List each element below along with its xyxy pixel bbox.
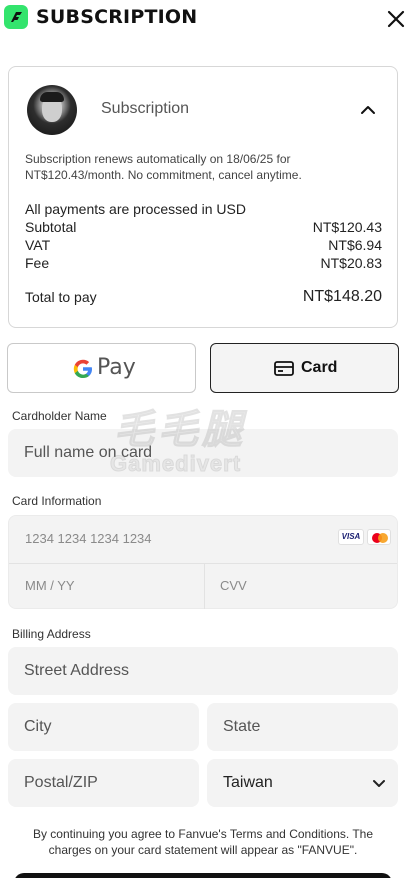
chevron-up-icon bbox=[361, 106, 375, 114]
collapse-summary-button[interactable] bbox=[359, 103, 377, 115]
vat-label: VAT bbox=[25, 237, 51, 253]
card-number-input[interactable]: 1234 1234 1234 1234 bbox=[25, 531, 152, 546]
renewal-notice: Subscription renews automatically on 18/… bbox=[25, 152, 302, 182]
currency-note: All payments are processed in USD bbox=[25, 201, 246, 217]
close-button[interactable] bbox=[385, 8, 407, 30]
postal-zip-placeholder: Postal/ZIP bbox=[24, 774, 98, 791]
page-title: SUBSCRIPTION bbox=[36, 6, 198, 28]
google-pay-button[interactable]: Pay bbox=[7, 343, 196, 393]
fee-value: NT$20.83 bbox=[320, 255, 382, 271]
subtotal-label: Subtotal bbox=[25, 219, 77, 235]
total-label: Total to pay bbox=[25, 289, 97, 305]
avatar-hair bbox=[40, 92, 64, 102]
billing-address-label: Billing Address bbox=[12, 627, 91, 641]
card-payment-label: Card bbox=[301, 359, 338, 376]
card-information-group: 1234 1234 1234 1234 VISA MM / YY CVV bbox=[8, 515, 398, 609]
country-value: Taiwan bbox=[223, 774, 273, 791]
subscription-label: Subscription bbox=[101, 100, 190, 117]
vat-value: NT$6.94 bbox=[328, 237, 382, 253]
cardholder-name-input[interactable]: Full name on card bbox=[8, 429, 398, 477]
submit-button[interactable] bbox=[14, 873, 392, 878]
card-information-label: Card Information bbox=[12, 494, 102, 508]
terms-notice: By continuing you agree to Fanvue's Term… bbox=[32, 827, 374, 857]
country-select[interactable]: Taiwan bbox=[207, 759, 398, 807]
postal-zip-input[interactable]: Postal/ZIP bbox=[8, 759, 199, 807]
expiry-input[interactable]: MM / YY bbox=[25, 578, 75, 593]
subtotal-value: NT$120.43 bbox=[312, 219, 382, 235]
creator-avatar bbox=[27, 85, 77, 135]
close-icon bbox=[387, 10, 405, 28]
mastercard-icon bbox=[367, 529, 391, 545]
header: SUBSCRIPTION bbox=[0, 0, 420, 38]
total-value: NT$148.20 bbox=[302, 288, 382, 305]
street-address-input[interactable]: Street Address bbox=[8, 647, 398, 695]
chevron-down-icon bbox=[373, 780, 385, 787]
google-g-icon bbox=[73, 359, 92, 378]
cardholder-name-placeholder: Full name on card bbox=[24, 444, 153, 461]
fee-label: Fee bbox=[25, 255, 50, 271]
divider bbox=[204, 563, 205, 609]
card-payment-tab[interactable]: Card bbox=[210, 343, 399, 393]
city-placeholder: City bbox=[24, 718, 52, 735]
street-address-placeholder: Street Address bbox=[24, 662, 129, 679]
mastercard-circle-orange bbox=[378, 533, 388, 543]
cardholder-name-label: Cardholder Name bbox=[12, 409, 107, 423]
credit-card-icon bbox=[274, 361, 294, 376]
state-placeholder: State bbox=[223, 718, 261, 735]
divider bbox=[9, 563, 397, 564]
google-pay-label: Pay bbox=[97, 355, 136, 380]
state-input[interactable]: State bbox=[207, 703, 398, 751]
city-input[interactable]: City bbox=[8, 703, 199, 751]
fanvue-logo-icon bbox=[4, 5, 28, 29]
visa-icon: VISA bbox=[338, 529, 364, 545]
subscription-summary-card: Subscription Subscription renews automat… bbox=[8, 66, 398, 328]
cvv-input[interactable]: CVV bbox=[220, 578, 247, 593]
